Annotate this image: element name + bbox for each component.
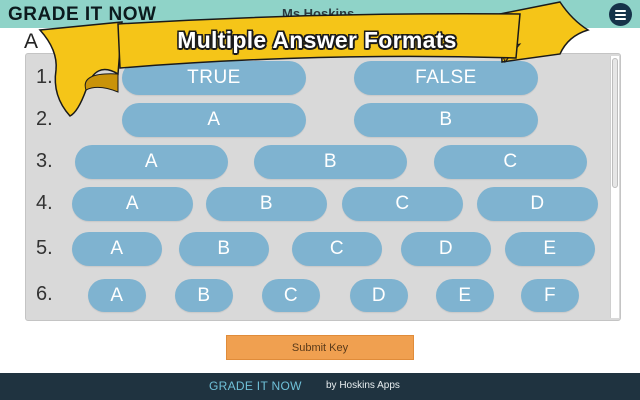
answer-option-3-b[interactable]: B (254, 145, 407, 179)
hamburger-menu-icon[interactable] (609, 3, 632, 26)
answer-option-6-b[interactable]: B (175, 279, 233, 312)
scrollbar[interactable] (610, 56, 619, 318)
footer-brand: GRADE IT NOW (209, 379, 302, 393)
answer-option-2-b[interactable]: B (354, 103, 538, 137)
answer-option-1-true[interactable]: TRUE (122, 61, 306, 95)
row-number-6: 6. (36, 283, 53, 305)
scrollbar-thumb[interactable] (612, 58, 618, 188)
partial-heading: A (24, 30, 39, 53)
header-bar: GRADE IT NOW Ms Hoskins (0, 0, 640, 28)
answer-option-6-d[interactable]: D (350, 279, 408, 312)
answer-option-6-c[interactable]: C (262, 279, 320, 312)
answer-option-5-b[interactable]: B (179, 232, 269, 266)
answer-option-5-e[interactable]: E (505, 232, 595, 266)
answer-option-5-a[interactable]: A (72, 232, 162, 266)
answer-option-5-d[interactable]: D (401, 232, 491, 266)
answer-option-6-a[interactable]: A (88, 279, 146, 312)
answer-option-5-c[interactable]: C (292, 232, 382, 266)
answer-option-6-e[interactable]: E (436, 279, 494, 312)
footer-bar: GRADE IT NOW by Hoskins Apps (0, 373, 640, 400)
row-number-1: 1. (36, 66, 53, 88)
row-number-5: 5. (36, 237, 53, 259)
answer-option-6-f[interactable]: F (521, 279, 579, 312)
teacher-name: Ms Hoskins (282, 6, 355, 21)
answer-option-4-b[interactable]: B (206, 187, 327, 221)
answer-option-1-false[interactable]: FALSE (354, 61, 538, 95)
row-number-2: 2. (36, 108, 53, 130)
footer-credit: by Hoskins Apps (326, 380, 400, 391)
answer-option-2-a[interactable]: A (122, 103, 306, 137)
answer-option-4-d[interactable]: D (477, 187, 598, 221)
answer-option-3-c[interactable]: C (434, 145, 587, 179)
answer-option-4-c[interactable]: C (342, 187, 463, 221)
app-root: GRADE IT NOW Ms Hoskins A 1. 2. 3. 4. 5.… (0, 0, 640, 400)
logo-text: GRADE IT NOW (8, 4, 157, 25)
row-number-3: 3. (36, 150, 53, 172)
answer-option-4-a[interactable]: A (72, 187, 193, 221)
app-logo: GRADE IT NOW (8, 4, 157, 26)
submit-key-button[interactable]: Submit Key (226, 335, 414, 360)
row-number-4: 4. (36, 192, 53, 214)
banner-title: Multiple Answer Formats (177, 27, 457, 53)
answer-option-3-a[interactable]: A (75, 145, 228, 179)
